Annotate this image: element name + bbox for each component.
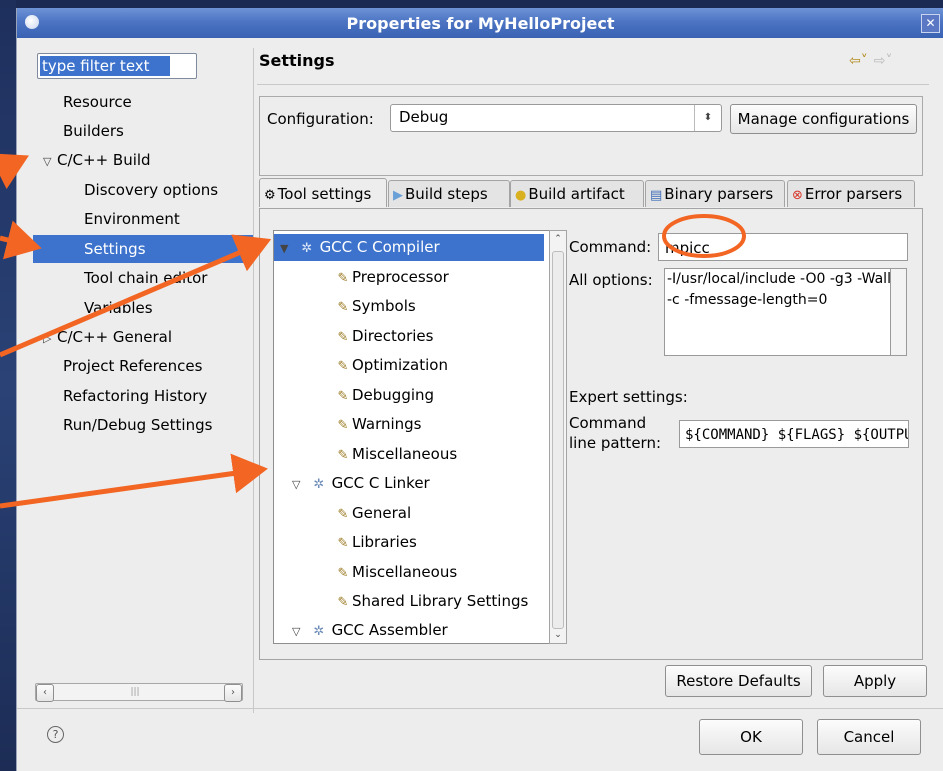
tool-preprocessor[interactable]: ✎ Preprocessor <box>334 264 449 291</box>
footer-separator <box>17 708 943 709</box>
page-title: Settings <box>259 51 335 70</box>
nav-item-variables[interactable]: Variables <box>84 294 153 322</box>
select-updown-icon: ⬍ <box>694 105 721 131</box>
title-bar[interactable]: Properties for MyHelloProject ✕ <box>17 8 943 38</box>
scroll-thumb[interactable]: ||| <box>56 686 214 698</box>
option-category-icon: ✎ <box>337 389 349 404</box>
tool-linker-miscellaneous[interactable]: ✎ Miscellaneous <box>334 559 458 586</box>
nav-item-project-references[interactable]: Project References <box>63 352 202 380</box>
scroll-right-icon[interactable]: › <box>224 684 242 702</box>
gear-icon: ✲ <box>313 624 325 639</box>
tool-shared-library-settings[interactable]: ✎ Shared Library Settings <box>334 588 529 615</box>
tab-build-artifact[interactable]: ● Build artifact <box>510 180 644 207</box>
tool-settings-icon: ⚙ <box>264 188 276 203</box>
nav-item-run-debug-settings[interactable]: Run/Debug Settings <box>63 411 212 439</box>
error-parsers-icon: ⊗ <box>792 188 803 203</box>
gear-icon: ✲ <box>313 477 325 492</box>
tool-gcc-c-linker[interactable]: ▽ ✲ GCC C Linker <box>292 470 430 497</box>
nav-item-environment[interactable]: Environment <box>84 205 180 233</box>
all-options-label: All options: <box>569 271 653 289</box>
help-icon[interactable]: ? <box>47 726 64 743</box>
configuration-label: Configuration: <box>267 110 374 128</box>
nav-item-discovery-options[interactable]: Discovery options <box>84 176 218 204</box>
nav-item-cpp-general[interactable]: ▷ C/C++ General <box>43 323 172 351</box>
tool-warnings[interactable]: ✎ Warnings <box>334 411 422 438</box>
ok-button[interactable]: OK <box>699 719 803 755</box>
scroll-left-icon[interactable]: ‹ <box>36 684 54 702</box>
all-options-textarea[interactable]: -I/usr/local/include -O0 -g3 -Wall -c -f… <box>664 268 895 356</box>
gear-icon: ✲ <box>301 241 313 256</box>
scroll-down-icon[interactable]: ⌄ <box>550 627 566 643</box>
configuration-select[interactable]: Debug ⬍ <box>390 104 722 132</box>
build-steps-icon: ▶ <box>393 188 403 203</box>
manage-configurations-button[interactable]: Manage configurations <box>730 104 917 134</box>
nav-item-tool-chain-editor[interactable]: Tool chain editor <box>84 264 207 292</box>
tool-gcc-assembler[interactable]: ▽ ✲ GCC Assembler <box>292 617 448 643</box>
tool-compiler-miscellaneous[interactable]: ✎ Miscellaneous <box>334 441 458 468</box>
pane-divider[interactable] <box>253 48 254 713</box>
option-category-icon: ✎ <box>337 566 349 581</box>
option-category-icon: ✎ <box>337 271 349 286</box>
tab-build-steps[interactable]: ▶ Build steps <box>388 180 510 207</box>
tool-gcc-c-compiler[interactable]: ▼ ✲ GCC C Compiler <box>274 234 544 261</box>
tool-tree-scrollbar[interactable]: ⌃ ⌄ <box>549 230 567 644</box>
window-title: Properties for MyHelloProject <box>346 14 615 33</box>
command-label: Command: <box>569 238 652 256</box>
filter-field[interactable] <box>37 53 197 79</box>
option-category-icon: ✎ <box>337 595 349 610</box>
filter-input[interactable] <box>40 56 170 76</box>
option-category-icon: ✎ <box>337 448 349 463</box>
expert-settings-label: Expert settings: <box>569 388 688 406</box>
nav-item-builders[interactable]: Builders <box>63 117 124 145</box>
option-category-icon: ✎ <box>337 507 349 522</box>
scroll-thumb[interactable] <box>552 251 564 629</box>
close-icon[interactable]: ✕ <box>921 14 940 33</box>
tab-binary-parsers[interactable]: ▤ Binary parsers <box>645 180 785 207</box>
nav-item-refactoring-history[interactable]: Refactoring History <box>63 382 207 410</box>
expanded-triangle-icon[interactable]: ▽ <box>292 471 306 498</box>
apply-button[interactable]: Apply <box>823 665 927 697</box>
option-category-icon: ✎ <box>337 536 349 551</box>
expanded-triangle-icon[interactable]: ▽ <box>43 148 57 176</box>
tab-tool-settings[interactable]: ⚙ Tool settings <box>259 178 387 207</box>
header-separator <box>257 84 929 85</box>
tool-debugging[interactable]: ✎ Debugging <box>334 382 435 409</box>
tool-libraries[interactable]: ✎ Libraries <box>334 529 417 556</box>
tool-tree: ▼ ✲ GCC C Compiler ✎ Preprocessor ✎ Symbol… <box>273 230 567 644</box>
option-category-icon: ✎ <box>337 418 349 433</box>
desktop-background <box>0 0 16 771</box>
configuration-value: Debug <box>399 108 449 126</box>
nav-horizontal-scrollbar[interactable]: ‹ ||| › <box>35 683 243 702</box>
tool-directories[interactable]: ✎ Directories <box>334 323 434 350</box>
cancel-button[interactable]: Cancel <box>817 719 921 755</box>
tab-error-parsers[interactable]: ⊗ Error parsers <box>787 180 915 207</box>
collapsed-triangle-icon[interactable]: ▷ <box>43 325 57 353</box>
build-artifact-icon: ● <box>515 188 527 203</box>
command-line-pattern-field[interactable] <box>679 420 909 448</box>
expanded-triangle-icon[interactable]: ▼ <box>274 235 294 262</box>
option-category-icon: ✎ <box>337 359 349 374</box>
tool-optimization[interactable]: ✎ Optimization <box>334 352 448 379</box>
tool-symbols[interactable]: ✎ Symbols <box>334 293 416 320</box>
all-options-scrollbar[interactable] <box>890 268 907 356</box>
history-nav: ⇦˅ ⇨˅ <box>849 53 892 69</box>
tool-general[interactable]: ✎ General <box>334 500 412 527</box>
nav-item-cpp-build[interactable]: ▽ C/C++ Build <box>43 146 151 174</box>
command-input[interactable] <box>663 236 897 260</box>
forward-arrow-icon[interactable]: ⇨˅ <box>874 53 893 69</box>
command-line-pattern-input[interactable] <box>683 423 908 447</box>
properties-dialog: Properties for MyHelloProject ✕ Resource… <box>16 8 943 771</box>
option-category-icon: ✎ <box>337 330 349 345</box>
command-field[interactable] <box>658 233 908 261</box>
nav-item-settings[interactable]: Settings <box>33 235 253 263</box>
binary-parsers-icon: ▤ <box>650 188 663 203</box>
expanded-triangle-icon[interactable]: ▽ <box>292 618 306 643</box>
command-line-pattern-label: Command line pattern: <box>569 414 662 452</box>
back-arrow-icon[interactable]: ⇦˅ <box>849 53 868 69</box>
nav-item-resource[interactable]: Resource <box>63 88 132 116</box>
restore-defaults-button[interactable]: Restore Defaults <box>665 665 812 697</box>
option-category-icon: ✎ <box>337 300 349 315</box>
scroll-up-icon[interactable]: ⌃ <box>550 231 566 247</box>
